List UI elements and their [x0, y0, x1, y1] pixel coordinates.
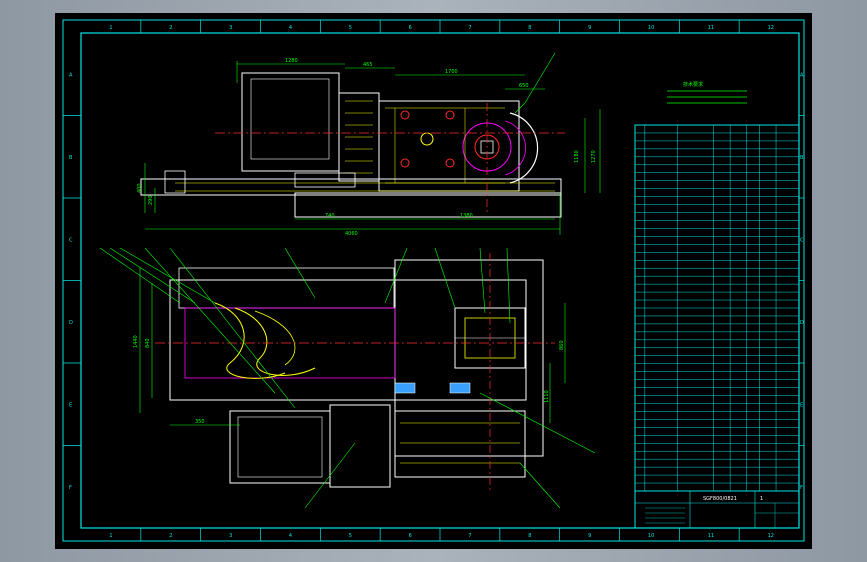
drawing-number: SGF800/0821	[703, 496, 737, 502]
zone-number: 6	[409, 533, 412, 539]
zone-number: 5	[349, 25, 352, 31]
dim-290: 290	[148, 195, 154, 205]
title-block: SGF800/0821 1	[634, 490, 800, 529]
upper-guard	[178, 267, 395, 309]
zone-letter: A	[800, 72, 804, 78]
dim-1110: 1110	[544, 390, 550, 403]
motor-core	[250, 78, 330, 160]
bolt-3	[445, 110, 455, 120]
zone-letter: F	[69, 485, 72, 491]
coupling-detail	[345, 100, 373, 174]
bolt-2	[400, 158, 410, 168]
zone-number: 9	[588, 533, 591, 539]
dim-1380: 1380	[460, 213, 473, 219]
dim-650: 650	[519, 83, 529, 89]
gearbox-arc-inner	[504, 120, 526, 176]
zone-letter: D	[69, 320, 73, 326]
zone-number: 9	[588, 25, 591, 31]
zone-letter: F	[800, 485, 803, 491]
gearbox-arc	[509, 112, 539, 184]
bolt-5	[420, 132, 434, 146]
zone-letter: B	[69, 155, 73, 161]
bearing-left	[394, 382, 416, 394]
bottom-detail	[400, 422, 520, 464]
zone-number: 8	[528, 533, 531, 539]
dim-740: 740	[325, 213, 335, 219]
zone-number: 4	[289, 533, 292, 539]
technical-notes: 技术要求	[667, 81, 747, 104]
zone-number: 11	[708, 25, 714, 31]
front-elevation-view: 1280 465 1700 650 1180 1270 400 290 740 …	[137, 52, 747, 237]
plan-view: 1440 840 350 860 1110	[99, 247, 596, 509]
dim-1700: 1700	[445, 69, 458, 75]
top-dimension-lines	[144, 52, 601, 235]
zone-letter: C	[69, 237, 73, 243]
cylinder	[294, 172, 356, 188]
plan-dimension-texts: 1440 840 350 860 1110	[133, 335, 565, 425]
dim-1280: 1280	[285, 58, 298, 64]
title-block-grid	[645, 503, 799, 528]
cad-viewport: 1 1 2 2 3 3 4 4 5 5 6 6 7 7 8 8 9 9 10 10 11 11 12 12 A A B B C C D D E E…	[0, 0, 867, 562]
note-title: 技术要求	[683, 81, 703, 88]
zone-letter: E	[69, 402, 72, 408]
motor-body	[241, 72, 340, 172]
engineering-drawing: 112233445566778899101011111212A AB BC CD DE E…	[62, 19, 805, 542]
yellow-curve-1	[214, 302, 286, 379]
bottom-gearbox	[394, 410, 526, 478]
zone-number: 3	[229, 533, 232, 539]
zone-letter: A	[69, 72, 73, 78]
bearing-right	[449, 382, 471, 394]
zone-number: 7	[468, 25, 471, 31]
zone-number: 2	[169, 533, 172, 539]
yellow-curve-2	[234, 307, 316, 376]
zone-number: 1	[109, 25, 112, 31]
left-foot	[164, 170, 186, 194]
dim-4060: 4060	[345, 231, 358, 237]
zone-number: 7	[468, 533, 471, 539]
dim-1270: 1270	[591, 150, 597, 163]
zone-number: 6	[409, 25, 412, 31]
dim-465: 465	[363, 62, 373, 68]
sheet-number: 1	[760, 496, 763, 502]
dim-860: 860	[559, 340, 565, 350]
bottom-motor	[229, 410, 331, 484]
bottom-motor-core	[237, 416, 323, 478]
zone-letter: C	[800, 237, 804, 243]
top-dimension-texts: 1280 465 1700 650 1180 1270 400 290 740 …	[137, 58, 597, 237]
zone-number: 11	[708, 533, 714, 539]
zone-number: 12	[768, 533, 774, 539]
parts-list	[634, 124, 800, 492]
zone-number: 1	[109, 533, 112, 539]
zone-letter: D	[800, 320, 804, 326]
zone-number: 4	[289, 25, 292, 31]
bottom-coupling	[329, 404, 391, 488]
base-detail	[175, 182, 555, 192]
zone-letter: E	[800, 402, 803, 408]
gearbox-body	[378, 100, 520, 192]
dim-350: 350	[195, 419, 205, 425]
zone-letter: B	[800, 155, 804, 161]
parts-list-rows	[635, 132, 799, 484]
bolt-1	[400, 110, 410, 120]
zone-number: 3	[229, 25, 232, 31]
dim-840: 840	[145, 338, 151, 348]
dim-1440: 1440	[133, 335, 139, 348]
base-rail	[294, 192, 562, 218]
zone-number: 2	[169, 25, 172, 31]
zone-number: 12	[768, 25, 774, 31]
drawing-sheet: 1 1 2 2 3 3 4 4 5 5 6 6 7 7 8 8 9 9 10 10 11 11 12 12 A A B B C C D D E E…	[55, 13, 812, 549]
zone-number: 8	[528, 25, 531, 31]
dim-400: 400	[137, 183, 143, 193]
zone-number: 10	[648, 25, 654, 31]
zone-number: 5	[349, 533, 352, 539]
bolt-4	[445, 158, 455, 168]
zone-number: 10	[648, 533, 654, 539]
main-housing	[169, 279, 527, 401]
dim-1180: 1180	[574, 150, 580, 163]
